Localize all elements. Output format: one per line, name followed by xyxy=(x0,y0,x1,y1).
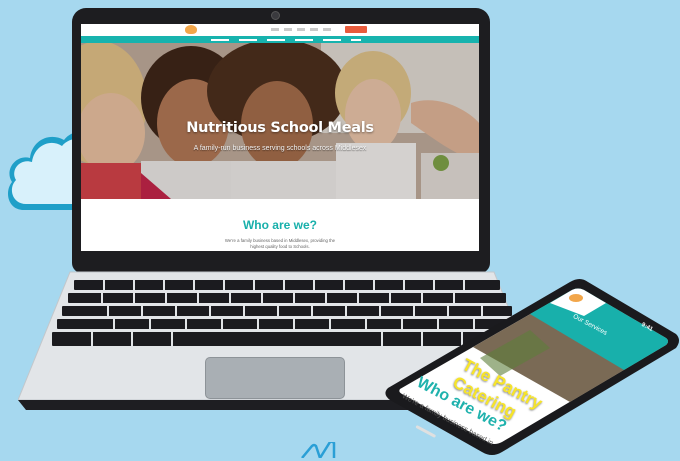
hero-title: Nutritious School Meals xyxy=(186,120,374,136)
laptop-screen: Nutritious School Meals A family-run bus… xyxy=(81,24,479,251)
webcam-icon xyxy=(271,11,280,20)
header-cta-button[interactable] xyxy=(345,26,367,33)
trackpad[interactable] xyxy=(205,357,345,399)
bottle-illustration xyxy=(301,442,336,458)
hero-subtitle: A family-run business serving schools ac… xyxy=(193,145,367,152)
site-logo[interactable] xyxy=(185,25,197,34)
header-links[interactable] xyxy=(271,28,331,31)
site-header xyxy=(81,24,479,36)
about-heading: Who are we? xyxy=(242,218,317,232)
nav-menu-links[interactable] xyxy=(211,39,361,41)
about-text: We're a family business based in Middles… xyxy=(224,238,336,249)
